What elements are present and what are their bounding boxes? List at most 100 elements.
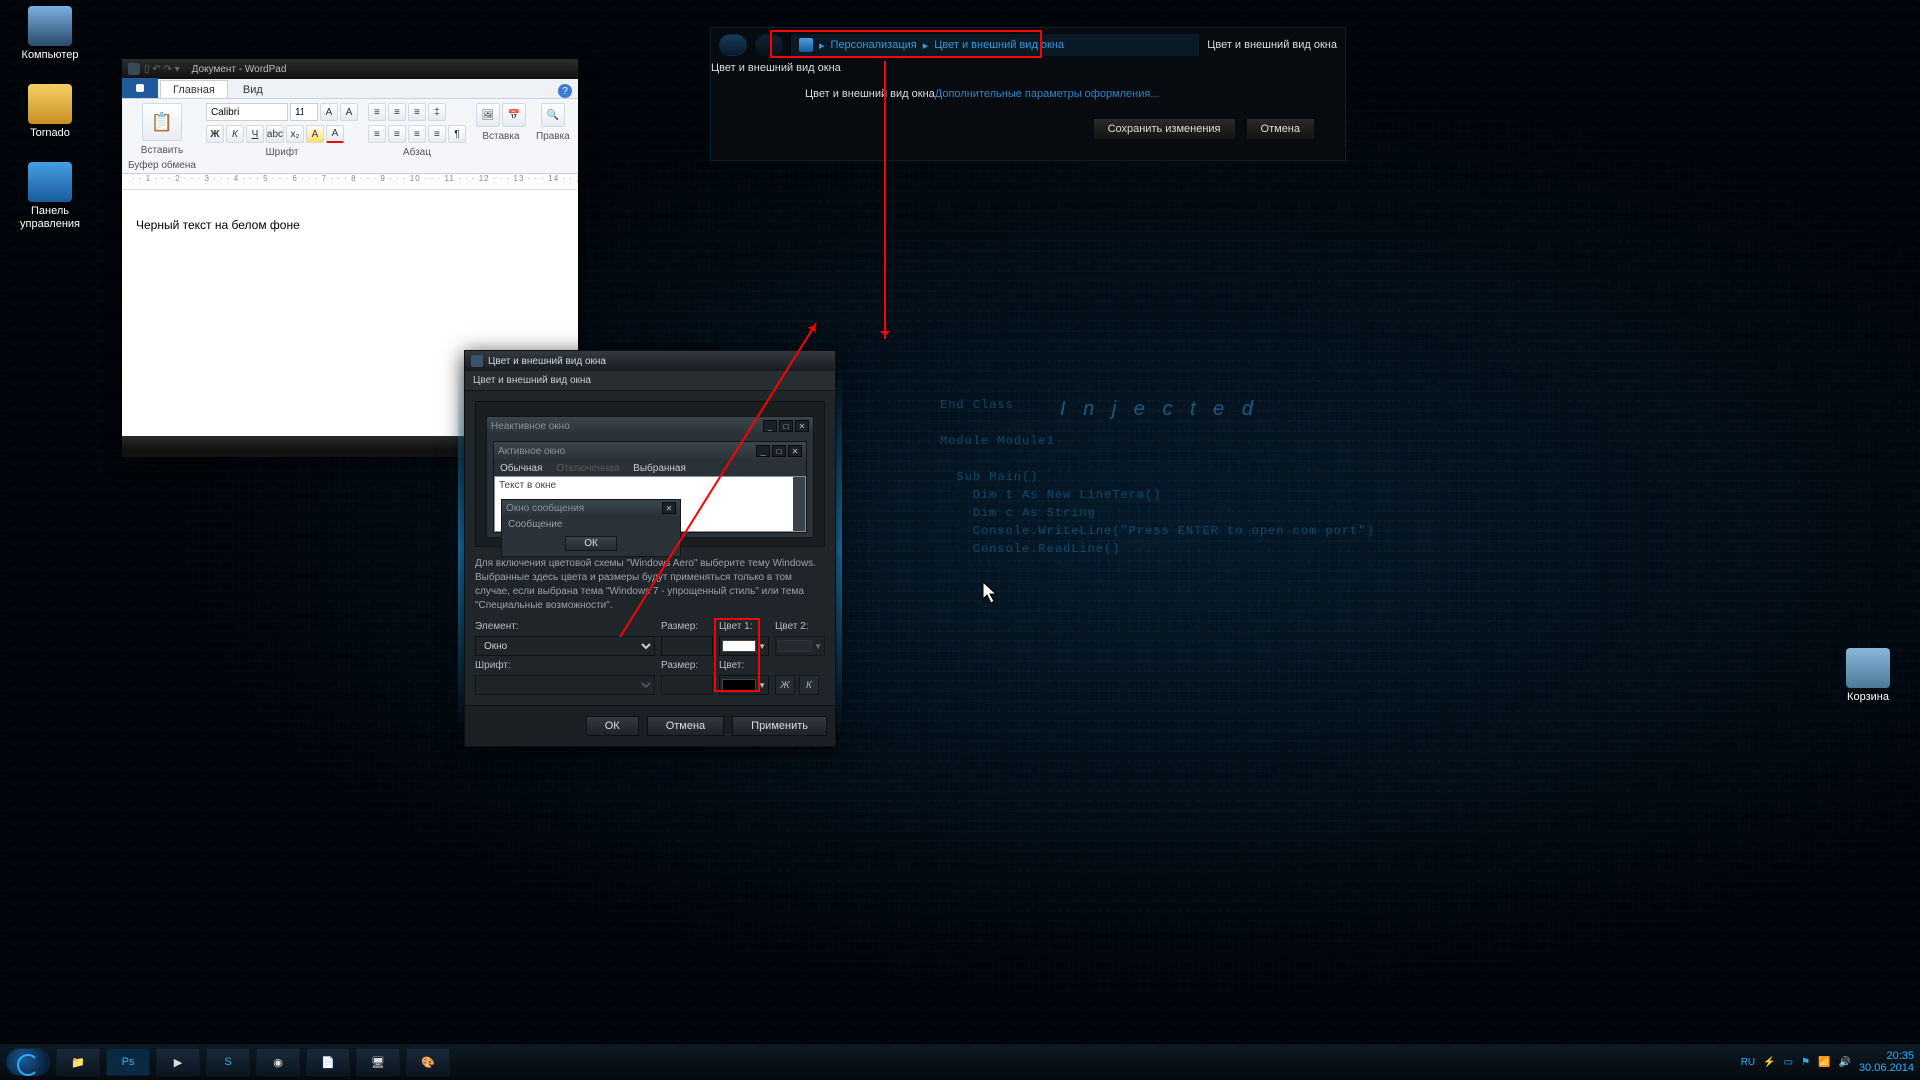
appearance-dialog[interactable]: Цвет и внешний вид окна Цвет и внешний в… — [464, 350, 836, 747]
bullets-button[interactable]: ≡ — [408, 103, 426, 121]
tray-power-icon[interactable]: ⚡ — [1763, 1057, 1775, 1068]
paragraph-group-label: Абзац — [403, 147, 431, 158]
task-photoshop[interactable]: Ps — [106, 1048, 150, 1076]
strike-button[interactable]: abc — [266, 125, 284, 143]
desktop-icon-label: Компьютер — [12, 49, 88, 62]
ruler: · · 1 · · · 2 · · · 3 · · · 4 · · · 5 · … — [122, 174, 578, 190]
desktop-icon-label: Панель управления — [12, 205, 88, 230]
dialog-title: Цвет и внешний вид окна — [488, 356, 606, 367]
tab-home[interactable]: Главная — [160, 80, 228, 98]
personalization-window[interactable]: ▸ Персонализация ▸ Цвет и внешний вид ок… — [710, 27, 1346, 161]
dialog-titlebar[interactable]: Цвет и внешний вид окна — [465, 351, 835, 371]
folder-icon — [28, 84, 72, 124]
color2-picker: ▼ — [775, 636, 825, 656]
font-size-label: Размер: — [661, 660, 713, 671]
font-group-label: Шрифт — [266, 147, 299, 158]
save-button[interactable]: Сохранить изменения — [1093, 118, 1236, 140]
insert-picture-button[interactable]: 🖼 — [476, 103, 500, 127]
crumb-color[interactable]: Цвет и внешний вид окна — [805, 88, 935, 100]
underline-button[interactable]: Ч — [246, 125, 264, 143]
element-label: Элемент: — [475, 621, 655, 632]
breadcrumb[interactable]: ▸ Персонализация ▸ Цвет и внешний вид ок… — [791, 34, 1199, 56]
size-label: Размер: — [661, 621, 713, 632]
task-wordpad[interactable]: 📄 — [306, 1048, 350, 1076]
desktop-icon-computer[interactable]: Компьютер — [12, 6, 88, 62]
font-name-select[interactable] — [206, 103, 288, 121]
align-justify-button[interactable]: ≡ — [428, 125, 446, 143]
preview-pane: Неактивное окно _□✕ Активное окно _□✕ Об… — [475, 401, 825, 547]
help-icon[interactable]: ? — [558, 84, 572, 98]
font-color-button[interactable]: A — [326, 125, 344, 143]
indent-increase-button[interactable]: ≡ — [388, 103, 406, 121]
wordpad-icon — [128, 63, 140, 75]
tray-flag-icon[interactable]: ⚑ — [1801, 1057, 1810, 1068]
align-left-button[interactable]: ≡ — [368, 125, 386, 143]
nav-forward-button[interactable] — [755, 34, 783, 56]
language-indicator[interactable]: RU — [1741, 1057, 1755, 1068]
crumb-color[interactable]: Цвет и внешний вид окна — [1207, 39, 1337, 51]
font-color-picker[interactable]: ▼ — [719, 675, 769, 695]
tray-action-icon[interactable]: ▭ — [1784, 1057, 1793, 1068]
wordpad-titlebar[interactable]: ▯ ↶ ↷ ▾ Документ - WordPad — [122, 59, 578, 79]
clock[interactable]: 20:35 30.06.2014 — [1859, 1050, 1914, 1074]
cancel-button[interactable]: Отмена — [647, 716, 724, 736]
advanced-appearance-link[interactable]: Дополнительные параметры оформления... — [935, 88, 1160, 100]
indent-decrease-button[interactable]: ≡ — [368, 103, 386, 121]
align-right-button[interactable]: ≡ — [408, 125, 426, 143]
paste-button[interactable]: 📋 — [142, 103, 182, 141]
insert-object-button[interactable]: 📅 — [502, 103, 526, 127]
decorative-heading: I n j e c t e d — [1060, 398, 1259, 421]
taskbar[interactable]: 📁 Ps ▶ S ◉ 📄 🖥 🎨 RU ⚡ ▭ ⚑ 📶 🔊 20:35 30.0… — [0, 1044, 1920, 1080]
ok-button[interactable]: ОК — [586, 716, 639, 736]
maximize-icon: □ — [779, 420, 793, 432]
color1-picker[interactable]: ▼ — [719, 636, 769, 656]
font-label: Шрифт: — [475, 660, 655, 671]
apply-button[interactable]: Применить — [732, 716, 827, 736]
nav-back-button[interactable] — [719, 34, 747, 56]
bold-button[interactable]: Ж — [206, 125, 224, 143]
system-tray[interactable]: RU ⚡ ▭ ⚑ 📶 🔊 20:35 30.06.2014 — [1741, 1050, 1914, 1074]
cancel-button[interactable]: Отмена — [1246, 118, 1315, 140]
preview-textbox: Текст в окне Окно сообщения✕ Сообщение О… — [494, 476, 806, 532]
start-button[interactable] — [6, 1048, 50, 1076]
element-select[interactable]: Окно — [475, 636, 655, 656]
close-icon: ✕ — [662, 502, 676, 514]
shrink-font-button[interactable]: A — [340, 103, 358, 121]
size-spinner[interactable] — [661, 636, 713, 656]
tab-view[interactable]: Вид — [230, 80, 276, 98]
font-size-select[interactable] — [290, 103, 318, 121]
desktop-icon-recycle[interactable]: Корзина — [1830, 648, 1906, 704]
dialog-tab[interactable]: Цвет и внешний вид окна — [465, 371, 835, 391]
crumb-color[interactable]: Цвет и внешний вид окна — [711, 62, 841, 74]
find-button[interactable]: 🔍 — [541, 103, 565, 127]
grow-font-button[interactable]: A — [320, 103, 338, 121]
wordpad-title: Документ - WordPad — [192, 64, 287, 75]
desktop-icon-control-panel[interactable]: Панель управления — [12, 162, 88, 230]
task-chrome[interactable]: ◉ — [256, 1048, 300, 1076]
tray-network-icon[interactable]: 📶 — [1818, 1057, 1830, 1068]
desktop-icon-label: Tornado — [12, 127, 88, 140]
paragraph-dialog-button[interactable]: ¶ — [448, 125, 466, 143]
task-personalization[interactable]: 🖥 — [356, 1048, 400, 1076]
task-media[interactable]: ▶ — [156, 1048, 200, 1076]
close-icon: ✕ — [788, 445, 802, 457]
subscript-button[interactable]: x₂ — [286, 125, 304, 143]
crumb-personalization[interactable]: Персонализация — [831, 39, 917, 51]
line-spacing-button[interactable]: ‡ — [428, 103, 446, 121]
bold-toggle: Ж — [775, 675, 795, 695]
task-appearance[interactable]: 🎨 — [406, 1048, 450, 1076]
highlight-button[interactable]: A — [306, 125, 324, 143]
desktop-icon-folder[interactable]: Tornado — [12, 84, 88, 140]
ribbon: 📋 Вставить Буфер обмена A A Ж К Ч abc x₂… — [122, 99, 578, 174]
italic-button[interactable]: К — [226, 125, 244, 143]
dialog-icon — [471, 355, 483, 367]
task-skype[interactable]: S — [206, 1048, 250, 1076]
preview-active-window: Активное окно _□✕ Обычная Отключенная Вы… — [493, 441, 807, 533]
align-center-button[interactable]: ≡ — [388, 125, 406, 143]
tray-volume-icon[interactable]: 🔊 — [1838, 1057, 1850, 1068]
cursor-icon — [982, 581, 1002, 605]
file-tab[interactable] — [122, 78, 158, 98]
crumb-color[interactable]: Цвет и внешний вид окна — [934, 39, 1064, 51]
task-explorer[interactable]: 📁 — [56, 1048, 100, 1076]
close-icon: ✕ — [795, 420, 809, 432]
